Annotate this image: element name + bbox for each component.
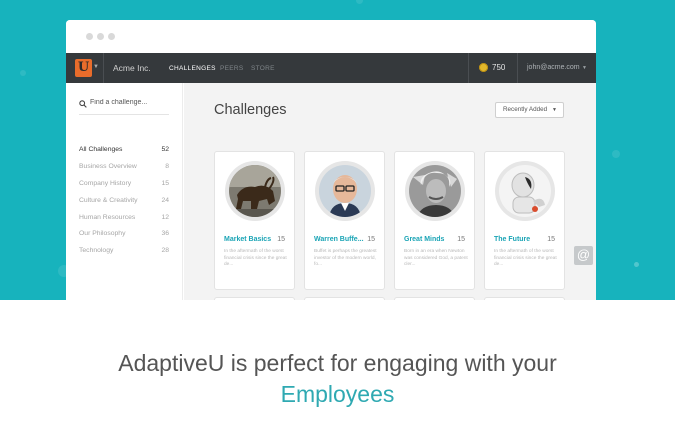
card-count: 15 <box>547 236 555 243</box>
page-title: Challenges <box>214 102 287 118</box>
at-sign-icon[interactable]: @ <box>574 246 593 265</box>
decor-dot <box>634 262 639 267</box>
challenge-card[interactable]: Market Basics 15 In the aftermath of the… <box>214 151 295 290</box>
card-image <box>229 165 281 217</box>
sidebar-item-business-overview[interactable]: Business Overview 8 <box>79 163 169 175</box>
challenge-search[interactable] <box>79 97 169 115</box>
nav-divider <box>103 53 104 83</box>
points-balance: 750 <box>492 63 506 72</box>
sidebar-item-count: 12 <box>161 214 169 221</box>
sidebar-item-company-history[interactable]: Company History 15 <box>79 180 169 192</box>
tab-store[interactable]: STORE <box>251 65 275 72</box>
robot-image <box>499 165 551 217</box>
card-image-frame <box>225 161 285 221</box>
card-title[interactable]: Great Minds <box>404 236 444 243</box>
search-input[interactable] <box>90 99 169 106</box>
sidebar-item-all-challenges[interactable]: All Challenges 52 <box>79 146 169 158</box>
window-dot <box>97 33 104 40</box>
browser-window: U ▼ Acme Inc. CHALLENGES PEERS STORE 750… <box>66 20 596 300</box>
sidebar-item-count: 8 <box>165 163 169 170</box>
card-title[interactable]: Warren Buffe... <box>314 236 364 243</box>
bull-statue-image <box>229 165 281 217</box>
card-count: 15 <box>277 236 285 243</box>
sidebar-item-label: Our Philosophy <box>79 230 126 237</box>
sidebar-item-technology[interactable]: Technology 28 <box>79 247 169 259</box>
sidebar-item-count: 52 <box>161 146 169 153</box>
card-title[interactable]: The Future <box>494 236 530 243</box>
challenge-card[interactable] <box>304 297 385 300</box>
search-icon <box>79 100 87 108</box>
sort-dropdown[interactable]: Recently Added ▼ <box>495 102 564 118</box>
card-count: 15 <box>457 236 465 243</box>
user-menu[interactable]: john@acme.com <box>527 64 580 71</box>
card-image <box>409 165 461 217</box>
card-image-frame <box>495 161 555 221</box>
card-description: In the aftermath of the worst financial … <box>494 249 557 268</box>
tagline-heading: AdaptiveU is perfect for engaging with y… <box>118 350 557 376</box>
challenge-card[interactable]: Warren Buffe... 15 Buffet is perhaps the… <box>304 151 385 290</box>
decor-dot <box>612 150 620 158</box>
browser-chrome <box>66 20 596 53</box>
coin-icon <box>479 63 488 72</box>
challenge-card[interactable] <box>214 297 295 300</box>
tagline-audience: Employees <box>280 381 395 407</box>
challenge-card[interactable]: The Future 15 In the aftermath of the wo… <box>484 151 565 290</box>
nav-divider <box>468 53 469 83</box>
sidebar: All Challenges 52 Business Overview 8 Co… <box>66 83 183 300</box>
card-description: In the aftermath of the worst financial … <box>224 249 287 268</box>
portrait-image <box>319 165 371 217</box>
sidebar-item-count: 28 <box>161 247 169 254</box>
company-name: Acme Inc. <box>113 63 151 73</box>
chevron-down-icon: ▼ <box>552 107 557 113</box>
sidebar-item-label: All Challenges <box>79 146 123 153</box>
sidebar-item-label: Company History <box>79 180 132 187</box>
sidebar-item-count: 36 <box>161 230 169 237</box>
card-image <box>319 165 371 217</box>
card-description: Buffet is perhaps the greatest investor … <box>314 249 377 268</box>
window-dot <box>108 33 115 40</box>
card-count: 15 <box>367 236 375 243</box>
sidebar-item-human-resources[interactable]: Human Resources 12 <box>79 214 169 226</box>
decor-dot <box>20 70 26 76</box>
sidebar-item-count: 15 <box>161 180 169 187</box>
tab-challenges[interactable]: CHALLENGES <box>169 65 216 72</box>
sidebar-item-label: Business Overview <box>79 163 137 170</box>
sidebar-item-culture-creativity[interactable]: Culture & Creativity 24 <box>79 197 169 209</box>
card-title[interactable]: Market Basics <box>224 236 271 243</box>
chevron-down-icon[interactable]: ▼ <box>93 64 99 70</box>
app-logo[interactable]: U <box>75 59 92 77</box>
challenge-card[interactable]: Great Minds 15 Born in an era when Newto… <box>394 151 475 290</box>
decor-dot <box>356 0 363 4</box>
tab-peers[interactable]: PEERS <box>220 65 244 72</box>
challenge-card[interactable] <box>484 297 565 300</box>
chevron-down-icon[interactable]: ▼ <box>582 65 587 71</box>
sidebar-item-label: Technology <box>79 247 114 254</box>
main-content: Challenges Recently Added ▼ Market Basic… <box>184 83 596 300</box>
sidebar-item-label: Culture & Creativity <box>79 197 138 204</box>
top-navbar: U ▼ Acme Inc. CHALLENGES PEERS STORE 750… <box>66 53 596 83</box>
card-image-frame <box>405 161 465 221</box>
sidebar-item-label: Human Resources <box>79 214 136 221</box>
portrait-bw-image <box>409 165 461 217</box>
card-image-frame <box>315 161 375 221</box>
sidebar-item-count: 24 <box>161 197 169 204</box>
card-image <box>499 165 551 217</box>
nav-divider <box>517 53 518 83</box>
sort-dropdown-label: Recently Added <box>503 106 548 113</box>
card-description: Born in an era when Newton was considere… <box>404 249 468 268</box>
sidebar-item-our-philosophy[interactable]: Our Philosophy 36 <box>79 230 169 242</box>
window-dot <box>86 33 93 40</box>
challenge-card[interactable] <box>394 297 475 300</box>
